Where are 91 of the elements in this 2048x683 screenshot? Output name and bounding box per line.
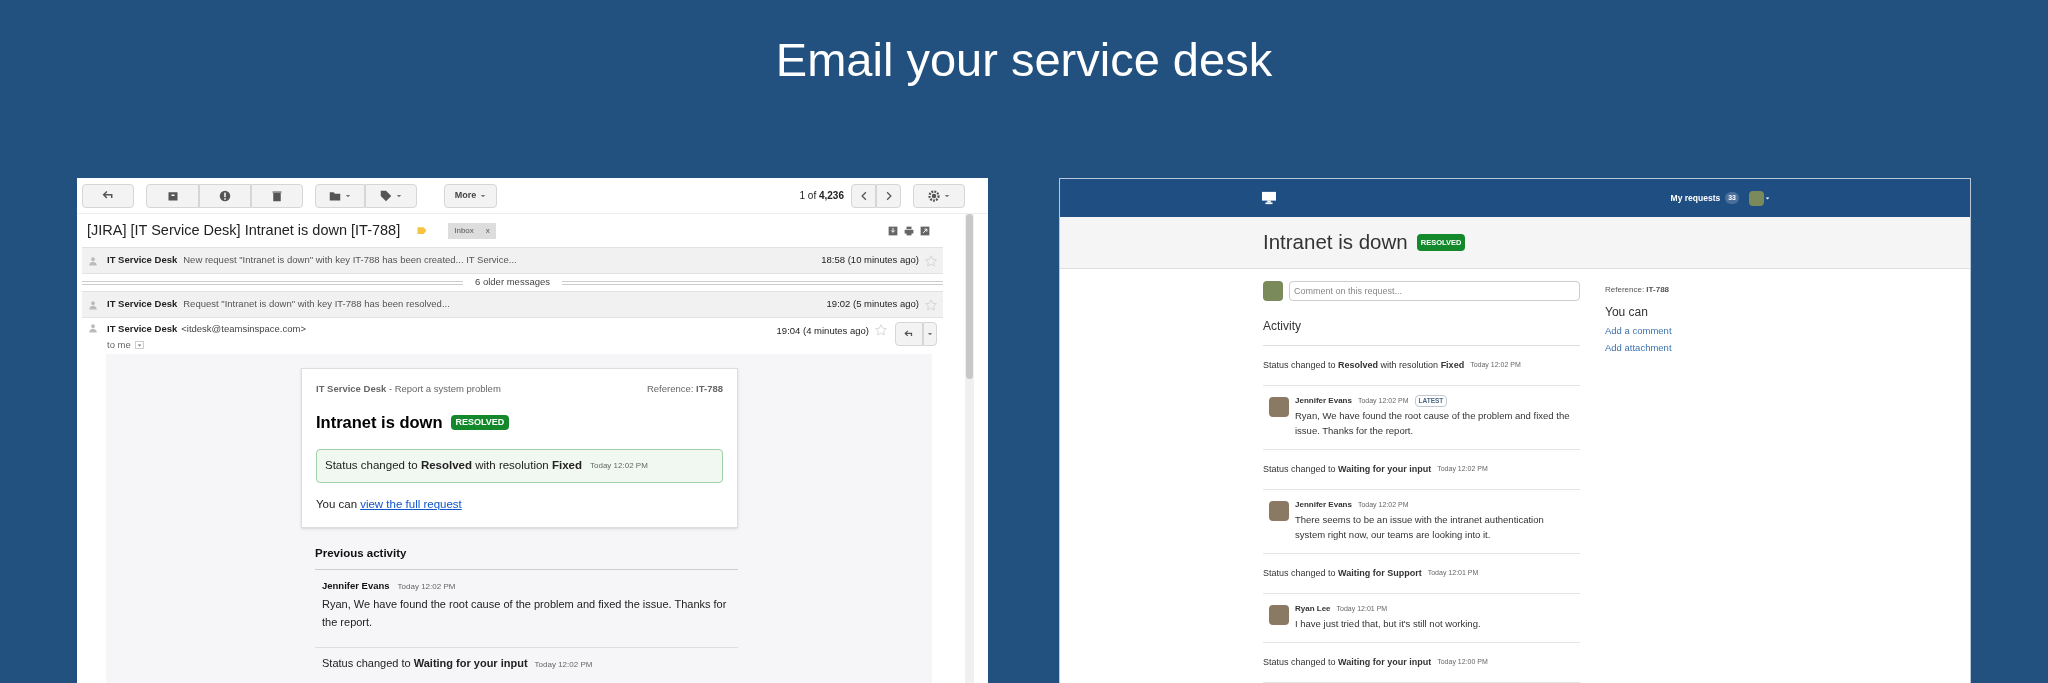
pager-text: 1 of 4,236 [799,189,844,203]
action-link[interactable]: Add attachment [1605,341,1672,356]
sender-name: IT Service Desk [107,253,178,268]
trash-icon [271,189,283,202]
archive-icon [166,189,179,202]
status-badge: RESOLVED [450,414,510,431]
timestamp: Today 12:02 PM [534,658,593,671]
comment-text: Ryan, We have found the root cause of the problem and fixed the issue. Thanks for the report. [1295,409,1571,438]
caret-icon [480,192,487,199]
message-snippet: New request "Intranet is down" with key IT-788 has been created... IT Service... [183,253,517,268]
caret-icon [944,192,950,199]
label-tag-icon [416,226,429,235]
body-text: You can [316,497,358,512]
timestamp: Today 12:02 PM [590,460,648,472]
reply-button[interactable] [895,322,923,346]
status-change-text: Status changed to Resolved with resolution Fixed [325,458,582,474]
avatar-placeholder [1269,605,1289,625]
exclamation-icon [219,189,231,202]
recipient-text: to me [107,338,131,353]
folder-icon [329,189,341,202]
author-name: Jennifer Evans [1295,395,1352,407]
settings-icon [928,189,940,202]
timestamp: Today 12:02 PM [397,580,456,593]
message-time: 19:04 (4 minutes ago) [776,324,869,338]
caret-icon [396,192,402,199]
status-change-text: Status changed to Waiting for Support [1263,566,1422,580]
sender-name: IT Service Desk [107,297,178,312]
avatar-placeholder[interactable] [1749,190,1764,206]
person-icon [88,323,98,333]
star-icon[interactable] [925,254,937,267]
author-name: Jennifer Evans [1295,499,1352,511]
message-time: 18:58 (10 minutes ago) [821,253,919,268]
label-text: Inbox [454,224,474,237]
settings-button[interactable] [913,183,965,208]
comment-text: There seems to be an issue with the intranet authentication system right now, our teams are looking into it. [1295,513,1545,542]
message-time: 19:02 (5 minutes ago) [826,297,919,312]
scrollbar[interactable] [965,214,974,683]
author-name: Ryan Lee [1295,603,1331,615]
avatar-placeholder [1263,281,1283,301]
page-headline: Email your service desk [775,32,1273,88]
section-heading: Previous activity [315,545,738,570]
action-link[interactable]: Add a comment [1605,324,1672,339]
delete-button[interactable] [251,183,303,208]
spam-button[interactable] [199,183,251,208]
sender-name: IT Service Desk [107,322,178,336]
message-row[interactable]: IT Service Desk New request "Intranet is down" with key IT-788 has been created... IT Service... 18:58 (10 minutes ago) [82,247,943,274]
author-name: Jennifer Evans [322,578,390,593]
avatar-placeholder [1269,397,1289,417]
message-row[interactable]: IT Service Desk Request "Intranet is down" with key IT-788 has been resolved... 19:02 (5 minutes ago) [82,291,943,318]
archive-button[interactable] [146,183,199,208]
star-icon[interactable] [875,324,887,336]
more-button[interactable]: More [444,183,497,208]
request-title: Intranet is down [1263,229,1408,256]
caret-icon [136,342,142,348]
comment-text: Ryan, We have found the root cause of the problem and fixed the issue. Thanks for the report. [322,596,728,630]
comment-text: I have just tried that, but it's still not working. [1295,617,1482,631]
status-change-text: Status changed to Waiting for your input [322,655,528,671]
star-icon[interactable] [925,298,937,311]
next-button[interactable] [876,183,901,208]
move-button[interactable] [315,183,365,208]
request-link[interactable]: view the full request [360,496,462,514]
previous-button[interactable] [851,183,876,208]
status-change-text: Status changed to Waiting for your input [1263,655,1432,669]
remove-label-button[interactable]: x [485,224,490,237]
reply-arrow-icon [904,329,914,339]
status-change-text: Status changed to Resolved with resolution Fixed [1263,358,1465,372]
caret-icon [345,192,351,199]
person-icon [88,299,98,310]
older-messages-link[interactable]: 6 older messages [463,275,562,290]
download-icon[interactable] [888,225,898,236]
section-heading: Activity [1263,317,1580,346]
sender-address: <itdesk@teamsinspace.com> [181,322,306,336]
details-toggle[interactable] [134,341,144,350]
avatar-placeholder [1269,501,1289,521]
sidebar-heading: You can [1605,304,1649,321]
new-window-icon[interactable] [920,225,930,236]
reply-button[interactable] [82,183,134,208]
comment-field[interactable]: Comment on this request... [1289,281,1580,301]
person-icon [88,255,98,266]
monitor-icon[interactable] [1261,191,1277,205]
message-snippet: Request "Intranet is down" with key IT-788 has been resolved... [183,297,450,312]
caret-icon [927,331,933,337]
reference-text: Reference: IT-788 [1605,284,1671,296]
request-type-text: IT Service Desk - Report a system problem [316,382,501,396]
request-title: Intranet is down [316,412,443,434]
reference-text: Reference: IT-788 [646,382,723,396]
status-change-text: Status changed to Waiting for your input [1263,462,1432,476]
labels-button[interactable] [365,183,417,208]
print-icon[interactable] [904,225,914,236]
email-subject: [JIRA] [IT Service Desk] Intranet is down [IT-788] [87,220,401,240]
tag-icon [380,189,392,202]
